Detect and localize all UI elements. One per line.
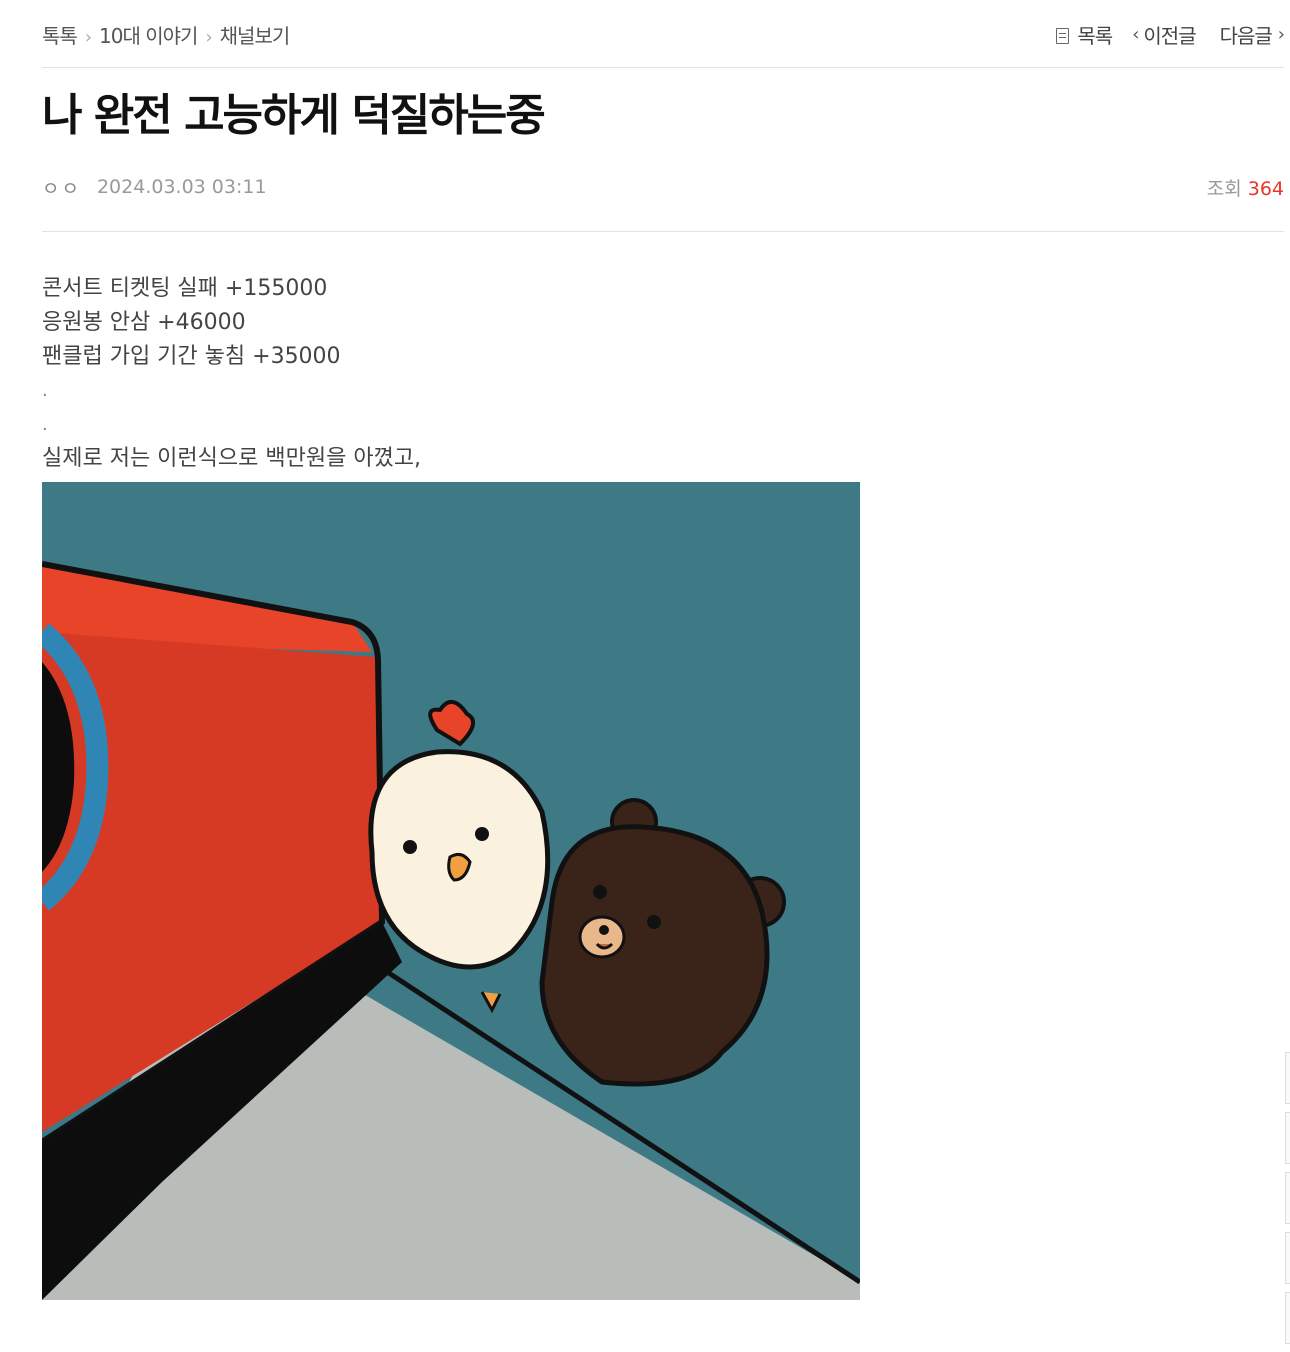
list-icon <box>1056 27 1070 44</box>
author-name[interactable]: ㅇㅇ <box>42 174 81 201</box>
post-meta: ㅇㅇ 2024.03.03 03:11 조회 364 <box>42 166 1284 232</box>
body-line: 응원봉 안삼 +46000 <box>42 310 246 335</box>
side-tab[interactable] <box>1285 1112 1290 1164</box>
right-edge-tabs <box>1285 1052 1290 1352</box>
view-count: 조회 364 <box>1207 174 1284 201</box>
top-nav-bar: 톡톡 › 10대 이야기 › 채널보기 목록 ‹ 이전글 다음글 › <box>42 0 1285 68</box>
view-number: 364 <box>1247 177 1284 200</box>
side-tab[interactable] <box>1285 1052 1290 1104</box>
breadcrumb: 톡톡 › 10대 이야기 › 채널보기 <box>42 20 291 49</box>
next-label: 다음글 <box>1219 24 1273 48</box>
post-title: 나 완전 고능하게 덕질하는중 <box>42 90 546 141</box>
side-tab[interactable] <box>1285 1232 1290 1284</box>
chevron-right-icon: › <box>84 27 92 48</box>
chevron-right-icon: › <box>1277 24 1285 45</box>
post-body: 콘서트 티켓팅 실패 +155000 응원봉 안삼 +46000 팬클럽 가입 … <box>42 272 1284 1300</box>
breadcrumb-item-toktok[interactable]: 톡톡 <box>42 20 78 49</box>
view-label: 조회 <box>1206 177 1242 200</box>
body-line: . <box>42 380 48 401</box>
side-tab[interactable] <box>1285 1172 1290 1224</box>
post-navigation: 목록 ‹ 이전글 다음글 › <box>1056 20 1285 49</box>
side-tab[interactable] <box>1285 1292 1290 1344</box>
breadcrumb-item-teens[interactable]: 10대 이야기 <box>99 20 198 49</box>
body-line: 콘서트 티켓팅 실패 +155000 <box>42 276 328 301</box>
post-date: 2024.03.03 03:11 <box>96 176 267 198</box>
prev-label: 이전글 <box>1143 24 1196 48</box>
body-line: . <box>42 414 48 435</box>
list-label: 목록 <box>1077 24 1113 48</box>
chevron-left-icon: ‹ <box>1132 24 1139 45</box>
prev-post-button[interactable]: ‹ 이전글 <box>1132 20 1196 49</box>
next-post-button[interactable]: 다음글 › <box>1219 20 1285 49</box>
chevron-right-icon: › <box>205 27 212 48</box>
list-button[interactable]: 목록 <box>1056 20 1113 49</box>
body-line: 팬클럽 가입 기간 놓침 +35000 <box>42 344 341 369</box>
body-line: 실제로 저는 이런식으로 백만원을 아꼈고, <box>42 446 422 471</box>
breadcrumb-item-channel[interactable]: 채널보기 <box>220 20 291 49</box>
post-image <box>42 482 860 1300</box>
article-page: 톡톡 › 10대 이야기 › 채널보기 목록 ‹ 이전글 다음글 › 나 완전 … <box>42 0 1285 1300</box>
